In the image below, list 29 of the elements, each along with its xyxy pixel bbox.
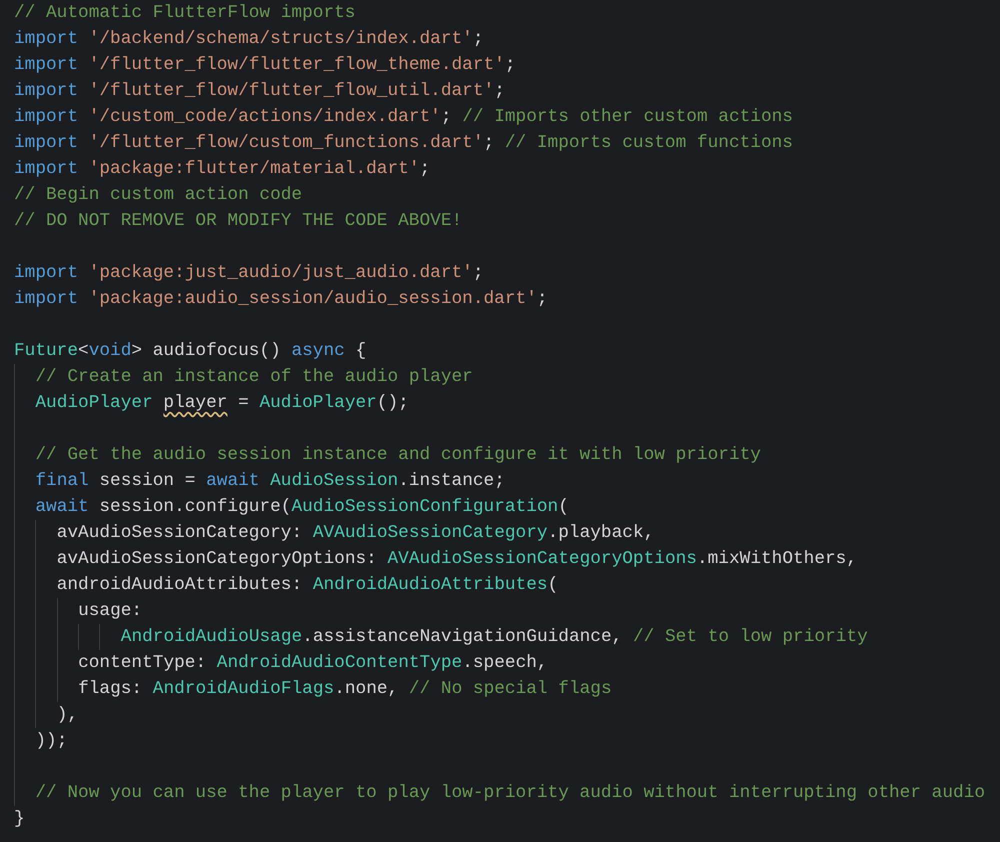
code-line: import '/custom_code/actions/index.dart'; // Imports other custom actions <box>14 106 793 129</box>
code-line: import 'package:flutter/material.dart'; <box>14 158 430 181</box>
code-line: // DO NOT REMOVE OR MODIFY THE CODE ABOVE! <box>14 210 462 233</box>
code-line: // Create an instance of the audio player <box>35 366 473 389</box>
code-line: import 'package:audio_session/audio_session.dart'; <box>14 288 548 311</box>
code-line: // Begin custom action code <box>14 184 302 207</box>
code-line: contentType: AndroidAudioContentType.speech, <box>78 652 548 675</box>
code-line: AndroidAudioUsage.assistanceNavigationGuidance, // Set to low priority <box>120 626 868 649</box>
code-line: ), <box>56 704 78 727</box>
code-editor[interactable] <box>0 0 1000 842</box>
code-line: import '/flutter_flow/flutter_flow_util.dart'; <box>14 80 505 103</box>
code-line: androidAudioAttributes: AndroidAudioAttributes( <box>56 574 558 597</box>
code-line: } <box>14 808 25 831</box>
code-line: AudioPlayer player = AudioPlayer(); <box>35 392 409 415</box>
code-line: // Get the audio session instance and configure it with low priority <box>35 444 761 467</box>
code-line: import '/flutter_flow/flutter_flow_theme.dart'; <box>14 54 516 77</box>
code-line: import 'package:just_audio/just_audio.dart'; <box>14 262 484 285</box>
code-line: await session.configure(AudioSessionConfiguration( <box>35 496 569 519</box>
code-line: // Automatic FlutterFlow imports <box>14 2 356 25</box>
code-line: avAudioSessionCategory: AVAudioSessionCategory.playback, <box>56 522 654 545</box>
code-line: usage: <box>78 600 142 623</box>
code-line: avAudioSessionCategoryOptions: AVAudioSessionCategoryOptions.mixWithOthers, <box>56 548 858 571</box>
code-line: // Now you can use the player to play low-priority audio without interrupting other audio <box>35 782 986 805</box>
code-line: flags: AndroidAudioFlags.none, // No special flags <box>78 678 612 701</box>
code-line: import '/backend/schema/structs/index.dart'; <box>14 28 484 51</box>
code-line: Future<void> audiofocus() async { <box>14 340 366 363</box>
code-line: final session = await AudioSession.instance; <box>35 470 505 493</box>
code-line: )); <box>35 730 68 753</box>
code-line: import '/flutter_flow/custom_functions.dart'; // Imports custom functions <box>14 132 793 155</box>
